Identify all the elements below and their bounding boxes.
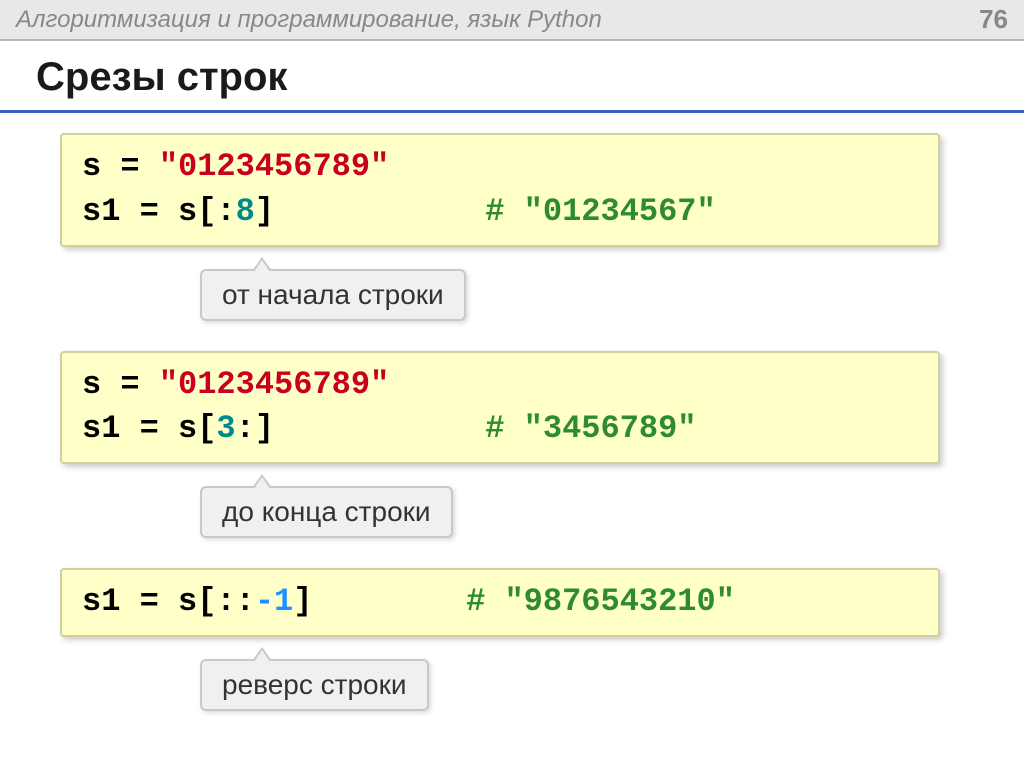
code-line: s1 = s[:8] # "01234567" <box>82 190 918 235</box>
section-1: s = "0123456789" s1 = s[:8] # "01234567"… <box>60 133 994 321</box>
code-line: s = "0123456789" <box>82 363 918 408</box>
callout-2: до конца строки <box>200 486 453 538</box>
code-line: s = "0123456789" <box>82 145 918 190</box>
callout-1: от начала строки <box>200 269 466 321</box>
callout-3: реверс строки <box>200 659 429 711</box>
slide-content: s = "0123456789" s1 = s[:8] # "01234567"… <box>0 113 1024 711</box>
slide-header: Алгоритмизация и программирование, язык … <box>0 0 1024 41</box>
page-number: 76 <box>979 4 1008 35</box>
code-line: s1 = s[::-1] # "9876543210" <box>82 580 918 625</box>
code-block-2: s = "0123456789" s1 = s[3:] # "3456789" <box>60 351 940 465</box>
code-line: s1 = s[3:] # "3456789" <box>82 407 918 452</box>
slide-title: Срезы строк <box>0 41 1024 113</box>
breadcrumb: Алгоритмизация и программирование, язык … <box>16 6 602 34</box>
code-block-3: s1 = s[::-1] # "9876543210" <box>60 568 940 637</box>
section-3: s1 = s[::-1] # "9876543210" реверс строк… <box>60 568 994 711</box>
section-2: s = "0123456789" s1 = s[3:] # "3456789" … <box>60 351 994 539</box>
code-block-1: s = "0123456789" s1 = s[:8] # "01234567" <box>60 133 940 247</box>
